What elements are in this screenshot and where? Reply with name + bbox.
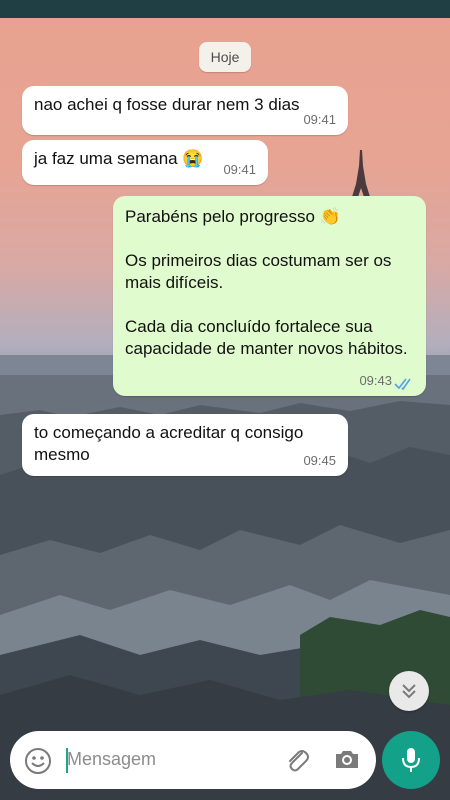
message-composer[interactable]: Mensagem <box>10 731 376 789</box>
message-text: nao achei q fosse durar nem 3 dias <box>34 95 300 114</box>
camera-icon[interactable] <box>333 745 361 773</box>
message-input[interactable]: Mensagem <box>67 749 156 770</box>
message-bubble-outgoing[interactable]: Parabéns pelo progresso 👏 Os primeiros d… <box>113 196 426 396</box>
message-bubble-incoming[interactable]: to começando a acreditar q consigo mesmo… <box>22 414 348 476</box>
paperclip-icon[interactable] <box>282 745 312 775</box>
read-receipt-icon <box>394 378 411 391</box>
message-time: 09:45 <box>303 453 336 468</box>
message-time: 09:43 <box>359 373 392 388</box>
emoji-icon[interactable] <box>24 747 52 775</box>
message-text: to começando a acreditar q consigo mesmo <box>34 423 304 464</box>
message-bubble-incoming[interactable]: ja faz uma semana 😭 09:41 <box>22 140 268 185</box>
microphone-icon <box>402 748 420 772</box>
message-text: Parabéns pelo progresso 👏 Os primeiros d… <box>125 207 408 358</box>
voice-message-button[interactable] <box>382 731 440 789</box>
date-divider: Hoje <box>199 42 251 72</box>
message-time: 09:41 <box>303 112 336 127</box>
status-bar <box>0 0 450 18</box>
message-time: 09:41 <box>223 162 256 177</box>
scroll-to-bottom-button[interactable] <box>389 671 429 711</box>
message-text: ja faz uma semana 😭 <box>34 149 204 168</box>
message-bubble-incoming[interactable]: nao achei q fosse durar nem 3 dias 09:41 <box>22 86 348 135</box>
eiffel-tower-silhouette <box>351 150 371 200</box>
double-chevron-down-icon <box>402 684 416 699</box>
